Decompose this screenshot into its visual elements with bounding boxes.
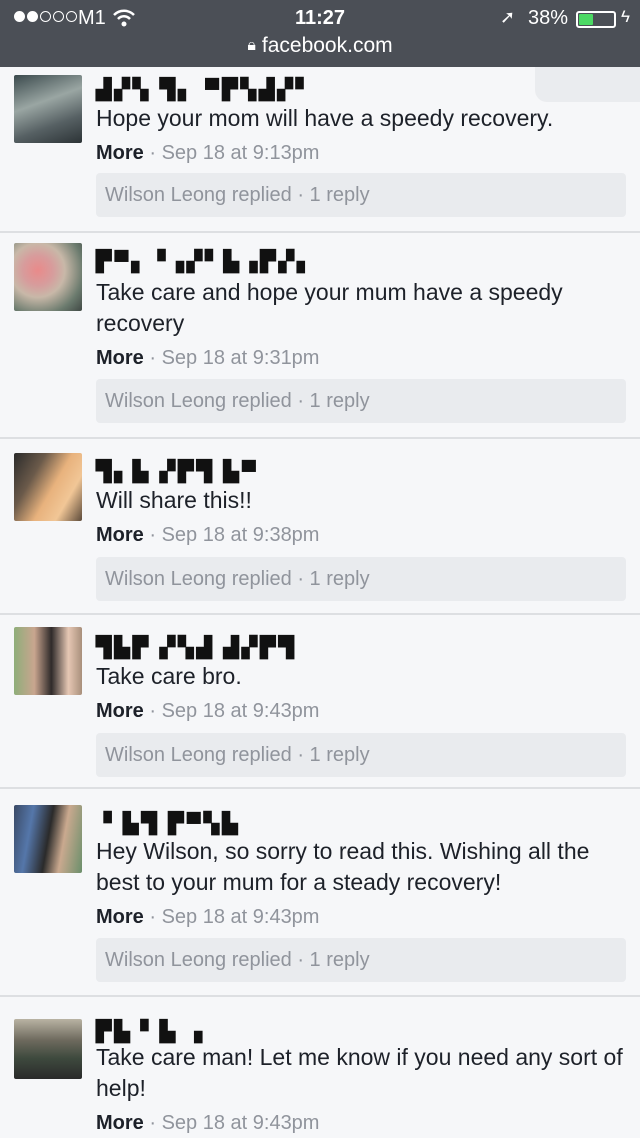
comment-item: ▛▙▝ ▙ ▗ Take care man! Let me know if yo…	[0, 997, 640, 1138]
commenter-name[interactable]: ▜▖▙ ▞▛▜ ▙▀	[96, 459, 259, 484]
battery-icon	[576, 11, 616, 28]
comment-item: ▜▖▙ ▞▛▜ ▙▀ Will share this!! More · Sep …	[0, 439, 640, 615]
comment-meta: More · Sep 18 at 9:43pm	[96, 1112, 320, 1134]
status-bar: M1 11:27 ➚ 38% ϟ	[0, 6, 640, 32]
status-and-address-bar: M1 11:27 ➚ 38% ϟ 🔒︎ facebook.com	[0, 0, 640, 67]
comment-text: Take care bro.	[96, 663, 242, 689]
avatar[interactable]	[14, 627, 82, 695]
more-link[interactable]: More	[96, 347, 144, 369]
comment-text: Take care and hope your mum have a speed…	[96, 279, 563, 336]
address-bar[interactable]: 🔒︎ facebook.com	[0, 34, 640, 58]
more-link[interactable]: More	[96, 142, 144, 164]
comment-meta: More · Sep 18 at 9:43pm	[96, 700, 320, 722]
comment-text: Hey Wilson, so sorry to read this. Wishi…	[96, 838, 590, 895]
comment-timestamp[interactable]: Sep 18 at 9:43pm	[162, 700, 320, 722]
lock-icon: 🔒︎	[247, 37, 256, 54]
comment-timestamp[interactable]: Sep 18 at 9:31pm	[162, 347, 320, 369]
replies-link[interactable]: Wilson Leong replied · 1 reply	[96, 173, 626, 217]
more-link[interactable]: More	[96, 700, 144, 722]
location-arrow-icon: ➚	[500, 7, 516, 27]
comment-item: ▛▀▖▝▗▞▘▙▗▛▞▖ Take care and hope your mum…	[0, 233, 640, 439]
comment-text: Hope your mom will have a speedy recover…	[96, 105, 554, 131]
comment-text: Take care man! Let me know if you need a…	[96, 1044, 623, 1101]
replies-link[interactable]: Wilson Leong replied · 1 reply	[96, 557, 626, 601]
more-link[interactable]: More	[96, 524, 144, 546]
comment-item: ▝ ▙▜ ▛▀▚▙ Hey Wilson, so sorry to read t…	[0, 789, 640, 997]
replies-link[interactable]: Wilson Leong replied · 1 reply	[96, 379, 626, 423]
comment-meta: More · Sep 18 at 9:43pm	[96, 906, 320, 928]
avatar[interactable]	[14, 243, 82, 311]
avatar[interactable]	[14, 75, 82, 143]
commenter-name[interactable]: ▟▞▚ ▜▖ ▀▛▚▟▞▘	[96, 77, 314, 102]
more-link[interactable]: More	[96, 1112, 144, 1134]
comment-timestamp[interactable]: Sep 18 at 9:13pm	[162, 142, 320, 164]
commenter-name[interactable]: ▜▙▛ ▞▚▟ ▟▞▛▜	[96, 635, 297, 660]
more-link[interactable]: More	[96, 906, 144, 928]
comment-text: Will share this!!	[96, 487, 252, 513]
replies-link[interactable]: Wilson Leong replied · 1 reply	[96, 733, 626, 777]
comment-meta: More · Sep 18 at 9:31pm	[96, 347, 320, 369]
commenter-name[interactable]: ▛▙▝ ▙ ▗	[96, 1019, 205, 1044]
address-url: facebook.com	[261, 34, 393, 57]
charging-bolt-icon: ϟ	[621, 7, 630, 26]
comment-timestamp[interactable]: Sep 18 at 9:38pm	[162, 524, 320, 546]
commenter-name[interactable]: ▝ ▙▜ ▛▀▚▙	[96, 811, 241, 836]
commenter-name[interactable]: ▛▀▖▝▗▞▘▙▗▛▞▖	[96, 249, 315, 274]
comment-timestamp[interactable]: Sep 18 at 9:43pm	[162, 906, 320, 928]
comment-timestamp[interactable]: Sep 18 at 9:43pm	[162, 1112, 320, 1134]
avatar[interactable]	[14, 805, 82, 873]
comment-item: ▜▙▛ ▞▚▟ ▟▞▛▜ Take care bro. More · Sep 1…	[0, 615, 640, 789]
avatar[interactable]	[14, 1019, 82, 1079]
comment-meta: More · Sep 18 at 9:13pm	[96, 142, 320, 164]
battery-percentage: 38%	[528, 7, 569, 29]
avatar[interactable]	[14, 453, 82, 521]
comment-meta: More · Sep 18 at 9:38pm	[96, 524, 320, 546]
replies-link[interactable]: Wilson Leong replied · 1 reply	[96, 938, 626, 982]
